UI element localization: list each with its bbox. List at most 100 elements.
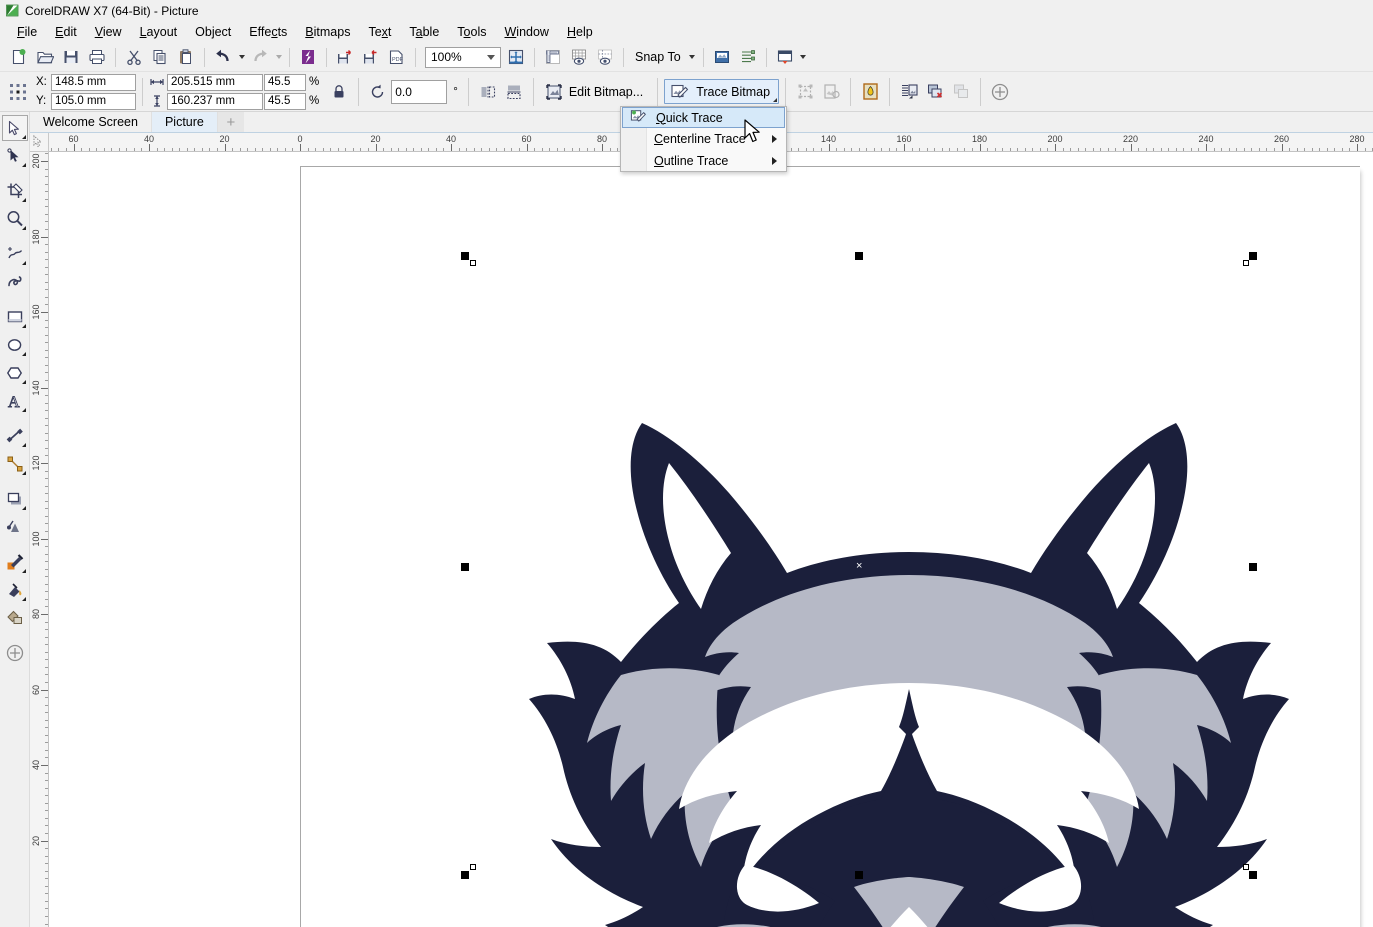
selection-handle-bottom-right[interactable] bbox=[1249, 871, 1257, 879]
interactive-fill-tool-flyout-icon[interactable] bbox=[22, 597, 26, 601]
ellipse-tool[interactable] bbox=[2, 332, 28, 358]
selection-handle-bottom-left-inner[interactable] bbox=[470, 864, 476, 870]
export-icon[interactable] bbox=[359, 45, 383, 69]
scale-width-input[interactable]: 45.5 bbox=[264, 74, 306, 91]
to-front-of-layer-icon[interactable] bbox=[949, 80, 973, 104]
lock-ratio-icon[interactable] bbox=[327, 80, 351, 104]
shape-tool[interactable] bbox=[2, 143, 28, 169]
edit-bitmap-button[interactable]: Edit Bitmap... bbox=[540, 80, 651, 104]
remove-object-icon[interactable] bbox=[923, 80, 947, 104]
menu-bitmaps[interactable]: Bitmaps bbox=[296, 23, 359, 42]
save-document-icon[interactable] bbox=[59, 45, 83, 69]
menu-item-outline-trace[interactable]: Outline Trace bbox=[621, 150, 786, 172]
snap-to-dropdown-icon[interactable] bbox=[687, 45, 698, 69]
menu-table[interactable]: Table bbox=[400, 23, 448, 42]
undo-dropdown-icon[interactable] bbox=[236, 45, 247, 69]
pick-tool-flyout-icon[interactable] bbox=[22, 135, 26, 139]
bitmap-borders-icon[interactable] bbox=[819, 80, 843, 104]
new-document-icon[interactable] bbox=[7, 45, 31, 69]
mirror-horizontally-icon[interactable] bbox=[476, 80, 500, 104]
interactive-fill-tool[interactable] bbox=[2, 577, 28, 603]
menu-file[interactable]: File bbox=[8, 23, 46, 42]
rectangle-tool[interactable] bbox=[2, 304, 28, 330]
cut-icon[interactable] bbox=[122, 45, 146, 69]
raccoon-mascot-artwork[interactable] bbox=[509, 407, 1309, 927]
mirror-vertically-icon[interactable] bbox=[502, 80, 526, 104]
height-input[interactable]: 160.237 mm bbox=[167, 93, 263, 110]
menu-item-centerline-trace[interactable]: Centerline Trace bbox=[621, 128, 786, 150]
selection-handle-middle-right[interactable] bbox=[1249, 563, 1257, 571]
show-rulers-icon[interactable] bbox=[541, 45, 565, 69]
outline-tool[interactable] bbox=[2, 640, 28, 666]
bitmap-color-mask-icon[interactable] bbox=[858, 80, 882, 104]
search-content-icon[interactable] bbox=[296, 45, 320, 69]
redo-icon[interactable] bbox=[248, 45, 272, 69]
zoom-tool[interactable] bbox=[2, 206, 28, 232]
add-icon[interactable] bbox=[988, 80, 1012, 104]
rectangle-tool-flyout-icon[interactable] bbox=[22, 324, 26, 328]
crop-bitmap-icon[interactable] bbox=[793, 80, 817, 104]
menu-text[interactable]: Text bbox=[359, 23, 400, 42]
menu-layout[interactable]: Layout bbox=[131, 23, 187, 42]
color-eyedropper-tool-flyout-icon[interactable] bbox=[22, 569, 26, 573]
trace-bitmap-button[interactable]: Trace Bitmap bbox=[664, 79, 779, 104]
menu-edit[interactable]: Edit bbox=[46, 23, 86, 42]
selection-handle-middle-left[interactable] bbox=[461, 563, 469, 571]
smart-fill-tool[interactable] bbox=[2, 605, 28, 631]
x-position-input[interactable]: 148.5 mm bbox=[51, 74, 136, 91]
polygon-tool[interactable] bbox=[2, 360, 28, 386]
text-tool-flyout-icon[interactable] bbox=[22, 408, 26, 412]
selection-handle-bottom-left[interactable] bbox=[461, 871, 469, 879]
freehand-tool-flyout-icon[interactable] bbox=[22, 261, 26, 265]
selection-handle-top-right-inner[interactable] bbox=[1243, 260, 1249, 266]
drop-shadow-tool[interactable] bbox=[2, 486, 28, 512]
straight-line-connector-tool[interactable] bbox=[2, 451, 28, 477]
selection-handle-top-left[interactable] bbox=[461, 252, 469, 260]
shape-tool-flyout-icon[interactable] bbox=[22, 163, 26, 167]
menu-item-quick-trace[interactable]: Quick Trace bbox=[622, 107, 785, 128]
text-tool[interactable]: A bbox=[2, 388, 28, 414]
menu-help[interactable]: Help bbox=[558, 23, 602, 42]
menu-tools[interactable]: Tools bbox=[448, 23, 495, 42]
pick-tool[interactable] bbox=[2, 115, 28, 141]
tab-welcome-screen[interactable]: Welcome Screen bbox=[30, 112, 152, 132]
application-launcher-dropdown-icon[interactable] bbox=[798, 45, 809, 69]
show-grid-icon[interactable] bbox=[567, 45, 591, 69]
redo-dropdown-icon[interactable] bbox=[273, 45, 284, 69]
chevron-down-icon[interactable] bbox=[482, 55, 500, 60]
transparency-tool[interactable] bbox=[2, 514, 28, 540]
menu-window[interactable]: Window bbox=[495, 23, 557, 42]
snap-to-button[interactable]: Snap To bbox=[629, 45, 687, 69]
trace-bitmap-flyout-icon[interactable] bbox=[773, 98, 777, 102]
artistic-media-tool[interactable] bbox=[2, 269, 28, 295]
drawing-canvas[interactable]: × bbox=[49, 152, 1373, 927]
object-manager-icon[interactable] bbox=[736, 45, 760, 69]
options-icon[interactable] bbox=[710, 45, 734, 69]
parallel-dimension-tool[interactable] bbox=[2, 423, 28, 449]
publish-to-pdf-icon[interactable]: PDF bbox=[385, 45, 409, 69]
show-guidelines-icon[interactable] bbox=[593, 45, 617, 69]
selection-handle-bottom-center[interactable] bbox=[855, 871, 863, 879]
menu-effects[interactable]: Effects bbox=[240, 23, 296, 42]
add-tab-button[interactable]: + bbox=[218, 112, 244, 132]
application-launcher-icon[interactable] bbox=[773, 45, 797, 69]
width-input[interactable]: 205.515 mm bbox=[167, 74, 263, 91]
crop-tool-flyout-icon[interactable] bbox=[22, 198, 26, 202]
menu-object[interactable]: Object bbox=[186, 23, 240, 42]
ruler-origin-corner[interactable] bbox=[30, 133, 49, 152]
selection-handle-top-right[interactable] bbox=[1249, 252, 1257, 260]
y-position-input[interactable]: 105.0 mm bbox=[51, 93, 136, 110]
fullscreen-preview-icon[interactable] bbox=[504, 45, 528, 69]
parallel-dimension-tool-flyout-icon[interactable] bbox=[22, 443, 26, 447]
crop-tool[interactable] bbox=[2, 178, 28, 204]
selection-handle-bottom-right-inner[interactable] bbox=[1243, 864, 1249, 870]
zoom-tool-flyout-icon[interactable] bbox=[22, 226, 26, 230]
drop-shadow-tool-flyout-icon[interactable] bbox=[22, 506, 26, 510]
paste-icon[interactable] bbox=[174, 45, 198, 69]
straight-line-connector-tool-flyout-icon[interactable] bbox=[22, 471, 26, 475]
import-icon[interactable] bbox=[333, 45, 357, 69]
rotation-angle-input[interactable]: 0.0 bbox=[391, 80, 447, 104]
rotation-angle-icon[interactable] bbox=[366, 80, 390, 104]
object-position-icon[interactable] bbox=[5, 79, 31, 105]
tab-picture[interactable]: Picture bbox=[152, 112, 218, 132]
